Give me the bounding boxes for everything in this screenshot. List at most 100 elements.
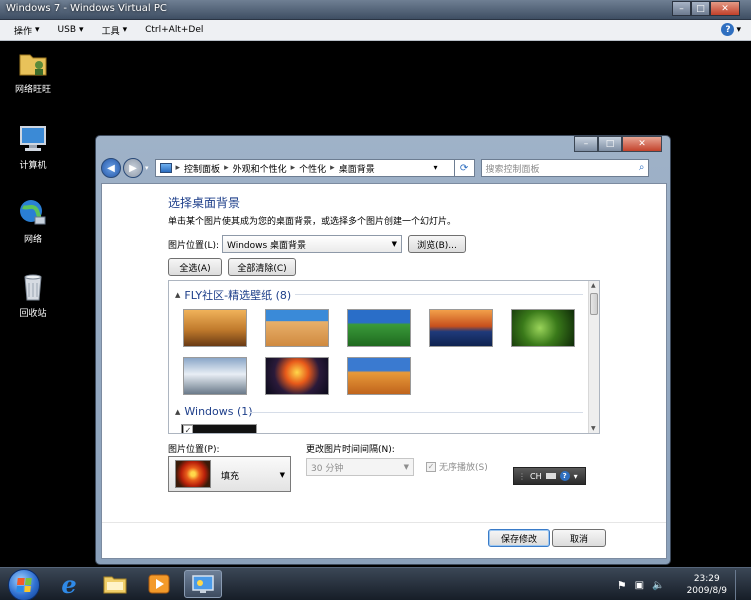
maximize-button[interactable]: □ (691, 1, 710, 16)
shuffle-option[interactable]: ✓ 无序播放(S) (426, 460, 488, 473)
gallery-scrollbar[interactable]: ▲ ▼ (588, 281, 599, 433)
clock-date: 2009/8/9 (686, 586, 727, 596)
address-bar[interactable]: ▸ 控制面板 ▸ 外观和个性化 ▸ 个性化 ▸ 桌面背景 ▾ (154, 159, 455, 177)
wallpaper-thumbnail[interactable] (183, 309, 247, 347)
minimize-button[interactable]: – (672, 1, 691, 16)
breadcrumb-desktop-background[interactable]: 桌面背景 (339, 162, 375, 175)
menu-action-label: 操作 (14, 26, 33, 37)
forward-button[interactable]: ▶ (123, 158, 143, 178)
scroll-down-arrow-icon[interactable]: ▼ (591, 425, 596, 432)
picture-location-value: Windows 桌面背景 (227, 240, 307, 251)
menu-ctrl-alt-del[interactable]: Ctrl+Alt+Del (145, 25, 203, 35)
breadcrumb-separator: ▸ (224, 163, 229, 173)
desktop-icon-label: 网络旺旺 (14, 85, 51, 95)
shuffle-checkbox[interactable]: ✓ (426, 461, 436, 472)
menu-tools[interactable]: 工具 ▾ (102, 24, 128, 37)
taskbar-personalization[interactable] (184, 570, 222, 598)
desktop-icon-network[interactable]: 网络 (8, 197, 58, 245)
wallpaper-thumbnail[interactable]: ✓ (181, 424, 257, 433)
personalization-icon (192, 575, 214, 593)
recycle-bin-icon (17, 271, 49, 303)
chevron-down-icon[interactable]: ▾ (434, 163, 438, 172)
select-all-button[interactable]: 全选(A) (168, 258, 222, 276)
chevron-down-icon: ▼ (403, 463, 409, 471)
vpc-window-title: Windows 7 - Windows Virtual PC (6, 3, 167, 14)
media-player-icon (148, 574, 170, 594)
wallpaper-thumbnail[interactable] (347, 309, 411, 347)
control-panel-icon (159, 163, 172, 173)
volume-icon[interactable]: 🔈 (652, 580, 664, 591)
recent-pages-dropdown[interactable]: ▾ (145, 164, 149, 172)
help-icon[interactable]: ? (559, 471, 570, 481)
back-button[interactable]: ◀ (101, 158, 121, 178)
wallpaper-thumbnail[interactable] (429, 309, 493, 347)
refresh-button[interactable]: ⟳ (454, 159, 475, 177)
taskbar-explorer[interactable] (96, 570, 134, 598)
menu-usb[interactable]: USB ▾ (58, 25, 84, 35)
interval-select[interactable]: 30 分钟 ▼ (306, 458, 414, 476)
grip-icon: ⋮ (518, 471, 526, 481)
menu-action[interactable]: 操作 ▾ (14, 24, 40, 37)
wallpaper-thumbnail[interactable] (347, 357, 411, 395)
language-bar[interactable]: ⋮ CH ? ▾ (513, 467, 586, 485)
interval-label: 更改图片时间间隔(N): (306, 445, 395, 455)
desktop: 网络旺旺 计算机 网络 回收站 – □ ✕ ◀ ▶ ▾ ▸ 控制面板 ▸ 外观和… (0, 41, 751, 567)
start-button[interactable] (8, 569, 40, 600)
wallpaper-thumbnail[interactable] (511, 309, 575, 347)
cancel-button[interactable]: 取消 (552, 529, 606, 547)
wallpaper-thumbnail[interactable] (265, 309, 329, 347)
picture-position-select[interactable]: 填充 ▼ (168, 456, 291, 492)
wallpaper-thumbnail[interactable] (183, 357, 247, 395)
taskbar: e ⚑ ▣ 🔈 23:29 2009/8/9 (0, 567, 751, 600)
clock[interactable]: 23:29 2009/8/9 (687, 573, 727, 597)
keyboard-icon[interactable] (545, 473, 556, 479)
thumbnail-checkbox[interactable]: ✓ (183, 425, 193, 433)
menu-tools-label: 工具 (101, 26, 120, 37)
breadcrumb-control-panel[interactable]: 控制面板 (184, 162, 220, 175)
group-header-fly[interactable]: ▲ FLY社区-精选壁纸 (8) (175, 287, 291, 303)
picture-location-select[interactable]: Windows 桌面背景 ▼ (222, 235, 402, 253)
close-button[interactable]: ✕ (710, 1, 740, 16)
desktop-icon-recycle-bin[interactable]: 回收站 (8, 271, 58, 319)
desktop-icon-label: 回收站 (19, 309, 47, 319)
taskbar-internet-explorer[interactable]: e (50, 570, 88, 599)
menu-ctrl-alt-del-label: Ctrl+Alt+Del (145, 25, 204, 35)
navigation-bar: ◀ ▶ ▾ ▸ 控制面板 ▸ 外观和个性化 ▸ 个性化 ▸ 桌面背景 ▾ ⟳ 搜… (101, 156, 666, 180)
wallpaper-thumbnail[interactable] (265, 357, 329, 395)
action-center-flag-icon[interactable]: ⚑ (617, 579, 627, 592)
maximize-button[interactable]: □ (598, 136, 622, 152)
chevron-down-icon: ▼ (279, 471, 285, 479)
computer-icon (17, 123, 49, 155)
chevron-down-icon: ▾ (122, 25, 128, 35)
breadcrumb-separator: ▸ (330, 163, 335, 173)
notification-area: ⚑ ▣ 🔈 23:29 2009/8/9 (617, 570, 745, 600)
show-desktop-button[interactable] (735, 570, 745, 600)
browse-button[interactable]: 浏览(B)... (408, 235, 466, 253)
breadcrumb-separator: ▸ (290, 163, 296, 173)
breadcrumb-appearance[interactable]: 外观和个性化 (233, 162, 287, 175)
scrollbar-thumb[interactable] (590, 293, 598, 315)
help-menu[interactable]: ? ▾ (721, 23, 741, 36)
arrow-right-icon: ▶ (129, 162, 137, 174)
scroll-up-arrow-icon[interactable]: ▲ (591, 282, 596, 289)
chevron-down-icon[interactable]: ▾ (574, 472, 578, 481)
group-title: FLY社区-精选壁纸 (8) (184, 289, 292, 302)
window-controls: – □ ✕ (574, 136, 662, 152)
taskbar-media-center[interactable] (140, 570, 178, 598)
close-button[interactable]: ✕ (622, 136, 662, 152)
desktop-icon-computer[interactable]: 计算机 (8, 123, 58, 171)
desktop-icon-wangwang[interactable]: 网络旺旺 (8, 47, 58, 95)
save-changes-button[interactable]: 保存修改 (488, 529, 550, 547)
search-input[interactable]: 搜索控制面板 ⌕ (480, 159, 649, 177)
refresh-icon: ⟳ (459, 162, 469, 174)
minimize-button[interactable]: – (574, 136, 598, 152)
group-header-windows[interactable]: ▲ Windows (1) (175, 405, 253, 418)
network-icon[interactable]: ▣ (635, 580, 644, 591)
breadcrumb-personalization[interactable]: 个性化 (299, 162, 326, 175)
chevron-down-icon: ▾ (35, 25, 40, 35)
chevron-down-icon: ▼ (391, 240, 397, 248)
interval-value: 30 分钟 (311, 463, 344, 474)
language-indicator[interactable]: CH (530, 472, 542, 481)
clear-all-button[interactable]: 全部清除(C) (228, 258, 296, 276)
desktop-icon-label: 网络 (23, 235, 42, 245)
